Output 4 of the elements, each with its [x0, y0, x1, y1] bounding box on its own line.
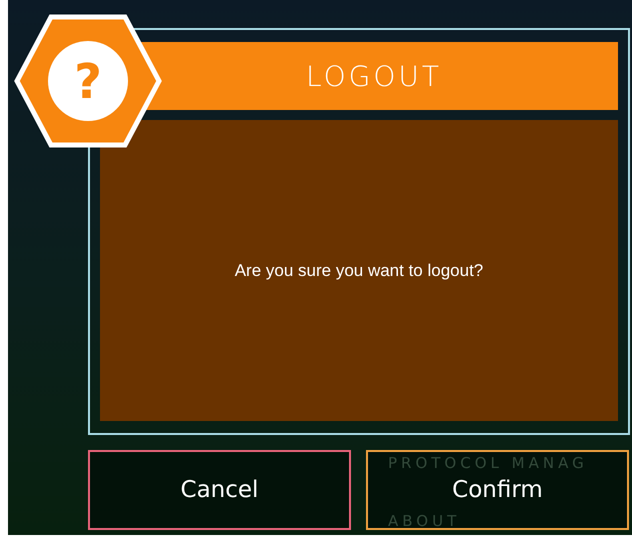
- dialog-title: LOGOUT: [306, 60, 442, 92]
- question-hexagon-icon: ?: [14, 14, 162, 148]
- cancel-button[interactable]: Cancel: [88, 450, 351, 530]
- dialog-message: Are you sure you want to logout?: [234, 260, 484, 280]
